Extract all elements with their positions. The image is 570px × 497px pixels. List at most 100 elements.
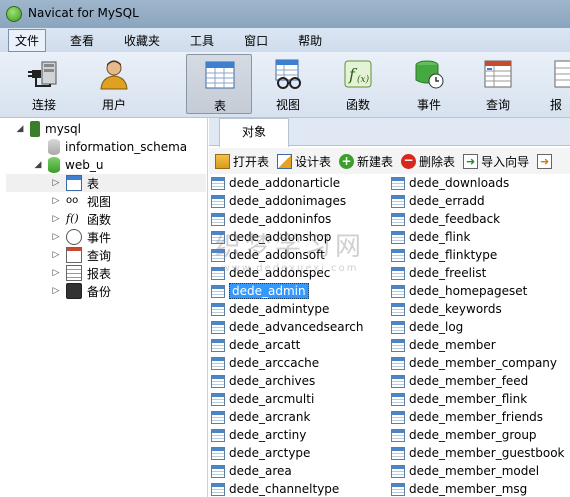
table-item[interactable]: dede_arcatt bbox=[211, 336, 364, 354]
function-button[interactable]: f (x) 函数 bbox=[327, 54, 389, 114]
report-button[interactable]: 报 bbox=[538, 54, 570, 114]
table-item[interactable]: dede_arctiny bbox=[211, 426, 364, 444]
table-item[interactable]: dede_downloads bbox=[391, 174, 565, 192]
table-icon bbox=[391, 446, 405, 460]
table-item[interactable]: dede_addoninfos bbox=[211, 210, 364, 228]
table-name: dede_arcmulti bbox=[229, 392, 315, 406]
backup-tape-icon bbox=[66, 283, 82, 299]
table-item[interactable]: dede_homepageset bbox=[391, 282, 565, 300]
menu-file[interactable]: 文件 bbox=[8, 28, 47, 52]
table-icon bbox=[391, 194, 405, 208]
table-item[interactable]: dede_area bbox=[211, 462, 364, 480]
new-table-button[interactable]: + 新建表 bbox=[339, 153, 393, 170]
menu-help[interactable]: 帮助 bbox=[292, 30, 328, 51]
table-icon bbox=[211, 212, 225, 226]
tree-item-backups[interactable]: ▷ 备份 bbox=[50, 282, 111, 300]
design-table-button[interactable]: 设计表 bbox=[277, 153, 331, 170]
table-item[interactable]: dede_member bbox=[391, 336, 565, 354]
tree-item-reports[interactable]: ▷ 报表 bbox=[50, 264, 111, 282]
user-button[interactable]: 用户 bbox=[83, 54, 145, 114]
table-icon bbox=[211, 248, 225, 262]
table-item[interactable]: dede_advancedsearch bbox=[211, 318, 364, 336]
table-name: dede_homepageset bbox=[409, 284, 528, 298]
table-item[interactable]: dede_flink bbox=[391, 228, 565, 246]
table-item[interactable]: dede_channeltype bbox=[211, 480, 364, 497]
expand-arrow-icon[interactable]: ▷ bbox=[50, 214, 62, 224]
tree-item-tables[interactable]: ▷ 表 bbox=[6, 174, 206, 192]
menu-tools[interactable]: 工具 bbox=[184, 30, 220, 51]
tree-item-views[interactable]: ▷ oo 视图 bbox=[50, 192, 111, 210]
table-name: dede_addonsoft bbox=[229, 248, 325, 262]
expand-arrow-icon[interactable]: ▷ bbox=[50, 286, 62, 296]
table-icon bbox=[211, 176, 225, 190]
tree-item-queries[interactable]: ▷ 查询 bbox=[50, 246, 111, 264]
table-item[interactable]: dede_arctype bbox=[211, 444, 364, 462]
table-name: dede_member_friends bbox=[409, 410, 544, 424]
table-item[interactable]: dede_freelist bbox=[391, 264, 565, 282]
collapse-arrow-icon[interactable]: ◢ bbox=[14, 124, 26, 134]
table-button[interactable]: 表 bbox=[186, 54, 252, 114]
table-item[interactable]: dede_member_feed bbox=[391, 372, 565, 390]
plus-icon: + bbox=[339, 153, 355, 169]
table-item[interactable]: dede_keywords bbox=[391, 300, 565, 318]
table-item[interactable]: dede_log bbox=[391, 318, 565, 336]
table-item[interactable]: dede_addonspec bbox=[211, 264, 364, 282]
tree-connection-mysql[interactable]: ◢ mysql bbox=[14, 120, 81, 138]
table-item[interactable]: dede_member_guestbook bbox=[391, 444, 565, 462]
connect-button[interactable]: 连接 bbox=[13, 54, 75, 114]
expand-arrow-icon[interactable]: ▷ bbox=[50, 178, 62, 188]
table-item[interactable]: dede_arccache bbox=[211, 354, 364, 372]
table-item[interactable]: dede_flinktype bbox=[391, 246, 565, 264]
table-icon bbox=[391, 338, 405, 352]
table-item[interactable]: dede_archives bbox=[211, 372, 364, 390]
export-wizard-button[interactable]: ➜ bbox=[537, 153, 555, 169]
table-icon bbox=[211, 230, 225, 244]
delete-table-button[interactable]: − 删除表 bbox=[401, 153, 455, 170]
table-icon bbox=[211, 464, 225, 478]
table-item[interactable]: dede_member_msg bbox=[391, 480, 565, 497]
import-wizard-label: 导入向导 bbox=[481, 154, 530, 169]
table-item[interactable]: dede_feedback bbox=[391, 210, 565, 228]
table-item[interactable]: dede_addonsoft bbox=[211, 246, 364, 264]
table-name: dede_erradd bbox=[409, 194, 485, 208]
table-item[interactable]: dede_addonarticle bbox=[211, 174, 364, 192]
query-button[interactable]: 查询 bbox=[467, 54, 529, 114]
tree-db-information-schema[interactable]: information_schema bbox=[48, 138, 187, 156]
function-icon: f() bbox=[66, 212, 79, 225]
tree-item-events[interactable]: ▷ 事件 bbox=[50, 228, 111, 246]
expand-arrow-icon[interactable]: ▷ bbox=[50, 196, 62, 206]
expand-arrow-icon[interactable]: ▷ bbox=[50, 250, 62, 260]
menu-favorites[interactable]: 收藏夹 bbox=[118, 30, 166, 51]
table-icon bbox=[205, 61, 235, 89]
tree-item-functions[interactable]: ▷ f() 函数 bbox=[50, 210, 111, 228]
table-item[interactable]: dede_admin bbox=[211, 282, 364, 300]
table-item[interactable]: dede_erradd bbox=[391, 192, 565, 210]
table-item[interactable]: dede_admintype bbox=[211, 300, 364, 318]
menu-view[interactable]: 查看 bbox=[64, 30, 100, 51]
open-table-button[interactable]: 打开表 bbox=[215, 153, 269, 170]
event-button[interactable]: 事件 bbox=[398, 54, 460, 114]
table-item[interactable]: dede_member_company bbox=[391, 354, 565, 372]
tab-objects[interactable]: 对象 bbox=[219, 118, 289, 147]
delete-table-label: 删除表 bbox=[419, 154, 456, 169]
table-icon bbox=[391, 374, 405, 388]
table-item[interactable]: dede_member_friends bbox=[391, 408, 565, 426]
expand-arrow-icon[interactable]: ▷ bbox=[50, 232, 62, 242]
table-item[interactable]: dede_member_group bbox=[391, 426, 565, 444]
report-icon bbox=[66, 265, 82, 281]
table-icon bbox=[391, 176, 405, 190]
table-item[interactable]: dede_member_flink bbox=[391, 390, 565, 408]
plug-icon bbox=[28, 61, 57, 87]
table-item[interactable]: dede_arcrank bbox=[211, 408, 364, 426]
table-item[interactable]: dede_addonimages bbox=[211, 192, 364, 210]
menu-window[interactable]: 窗口 bbox=[238, 30, 274, 51]
table-item[interactable]: dede_member_model bbox=[391, 462, 565, 480]
tree-db-web-u[interactable]: ◢ web_u bbox=[32, 156, 103, 174]
expand-arrow-icon[interactable]: ▷ bbox=[50, 268, 62, 278]
user-icon bbox=[100, 60, 128, 90]
import-wizard-button[interactable]: ➜ 导入向导 bbox=[463, 153, 529, 170]
collapse-arrow-icon[interactable]: ◢ bbox=[32, 160, 44, 170]
table-item[interactable]: dede_arcmulti bbox=[211, 390, 364, 408]
view-button[interactable]: 视图 bbox=[257, 54, 319, 114]
table-item[interactable]: dede_addonshop bbox=[211, 228, 364, 246]
